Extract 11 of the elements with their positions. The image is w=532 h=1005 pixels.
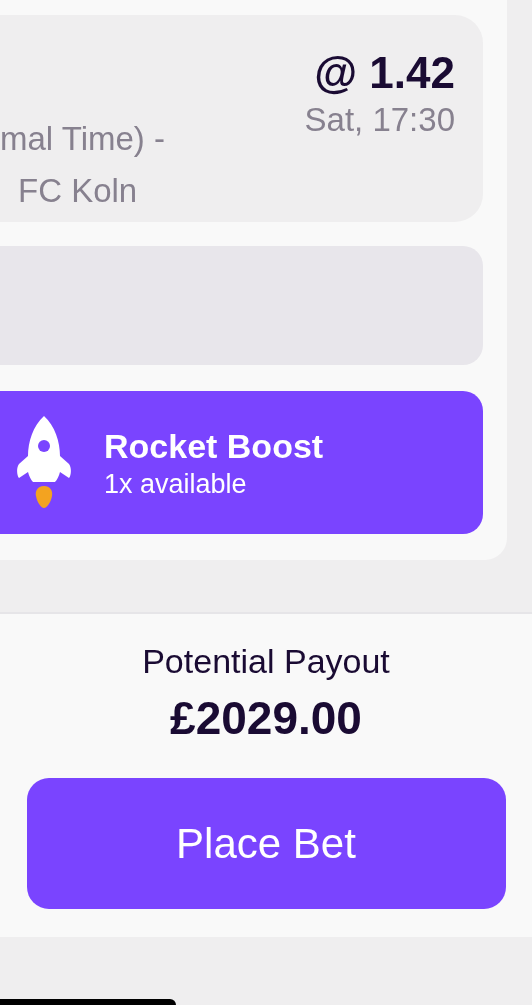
rocket-icon (17, 415, 71, 510)
market-text: FC Koln (18, 171, 139, 211)
rocket-boost-card[interactable]: Rocket Boost 1x available (0, 391, 483, 534)
boost-availability: 1x available (104, 467, 248, 501)
market-text: mal Time) - (0, 119, 165, 159)
odds-text: @ 1.42 (314, 47, 455, 99)
boost-title: Rocket Boost (104, 425, 324, 467)
place-bet-button[interactable]: Place Bet (26, 778, 506, 909)
payout-label: Potential Payout (142, 641, 390, 682)
event-time: Sat, 17:30 (304, 100, 455, 140)
payout-amount: £2029.00 (170, 691, 362, 746)
